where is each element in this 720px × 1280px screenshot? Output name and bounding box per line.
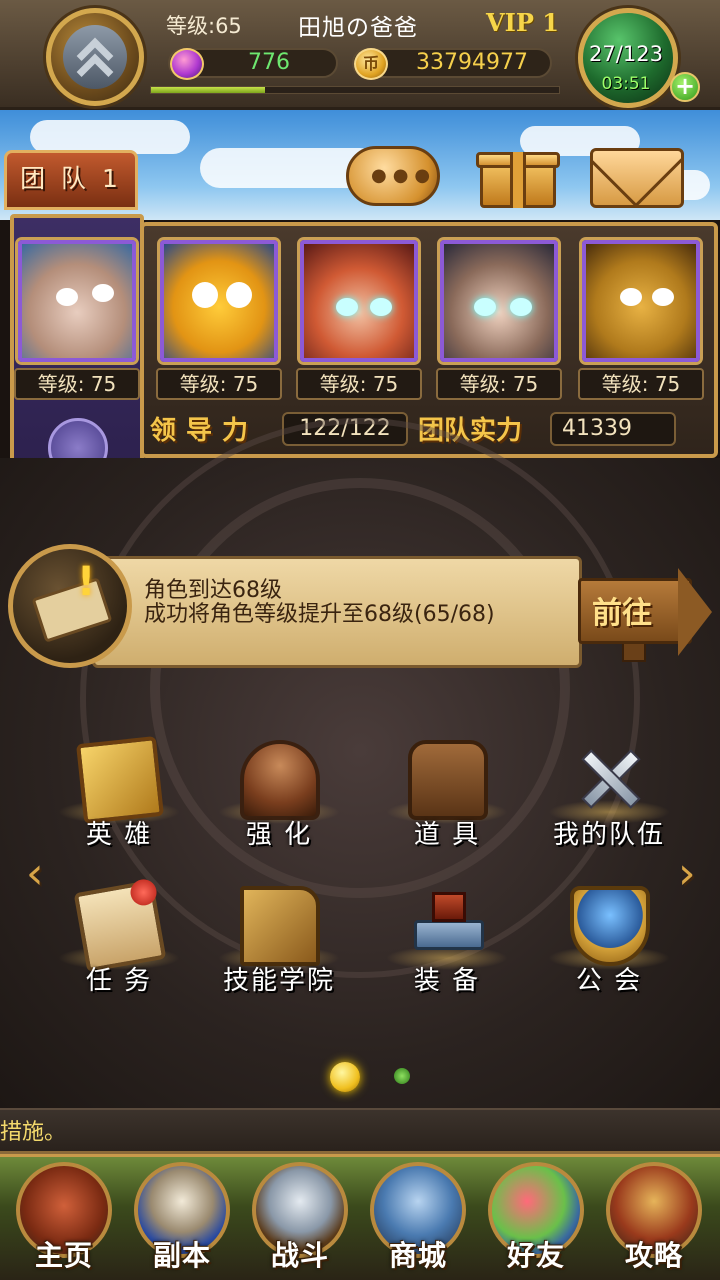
goto-label: 前往 (592, 596, 652, 631)
menu-label: 装 备 (413, 966, 481, 996)
hero-portrait (582, 240, 700, 362)
hero-portrait (160, 240, 278, 362)
nav-friends[interactable]: 好友 (478, 1162, 594, 1278)
page-indicator[interactable] (394, 1068, 410, 1084)
add-energy-button[interactable]: + (670, 72, 700, 102)
nav-guide[interactable]: 攻略 (596, 1162, 712, 1278)
nav-label: 主页 (34, 1239, 93, 1272)
energy-value: 27/123 (589, 42, 663, 66)
announcement-bar (0, 1108, 720, 1154)
hero-level: 等级: 75 (436, 368, 562, 400)
envelope-icon (593, 151, 681, 205)
player-level: 等级:65 (166, 14, 242, 38)
hero-portrait (440, 240, 558, 362)
hero-portrait (300, 240, 418, 362)
coin-value: 33794977 (416, 50, 528, 75)
quest-description: 成功将角色等级提升至68级(65/68) (144, 602, 495, 627)
vip-badge[interactable]: VIP 1 (486, 8, 559, 37)
rank-badge[interactable] (46, 8, 144, 106)
nav-dungeon[interactable]: 副本 (124, 1162, 240, 1278)
hero-slot-5[interactable]: 等级: 75 (578, 236, 704, 400)
rank-chevron-icon (63, 25, 127, 91)
hero-level: 等级: 75 (578, 368, 704, 400)
hero-slot-3[interactable]: 等级: 75 (296, 236, 422, 400)
menu-label: 我的队伍 (552, 820, 665, 850)
menu-label: 公 会 (575, 966, 643, 996)
quest-scroll-icon: ! (8, 544, 132, 668)
menu-heroes[interactable]: 英 雄 (44, 736, 194, 860)
leadership-label: 领导力 (150, 416, 259, 446)
menu-label: 英 雄 (85, 820, 153, 850)
menu-skill-academy[interactable]: 技能学院 (204, 886, 354, 1006)
menu-quests[interactable]: 任 务 (44, 877, 194, 1006)
mail-button[interactable] (590, 148, 684, 208)
page-indicator-active[interactable] (330, 1062, 360, 1092)
gem-value: 776 (248, 50, 290, 75)
hero-portrait (18, 240, 136, 362)
guild-shield-icon (570, 886, 650, 966)
hero-slot-1[interactable]: 等级: 75 (14, 236, 140, 400)
exp-bar-fill (151, 87, 265, 93)
menu-items[interactable]: 道 具 (372, 740, 522, 860)
spellbook-icon (240, 886, 320, 966)
menu-label: 任 务 (85, 966, 153, 996)
announcement-text: 措施。 (0, 1120, 67, 1145)
gift-button[interactable] (476, 138, 560, 210)
coin-icon: 币 (354, 48, 388, 80)
nav-home[interactable]: 主页 (6, 1162, 122, 1278)
helmet-icon (240, 740, 320, 820)
player-name: 田旭の爸爸 (298, 15, 418, 41)
backpack-icon (408, 740, 488, 820)
nav-label: 好友 (506, 1239, 565, 1272)
chat-bubble-icon: ●●● (371, 165, 437, 186)
quest-alert-icon: ! (77, 559, 96, 605)
nav-shop[interactable]: 商城 (360, 1162, 476, 1278)
hero-level: 等级: 75 (156, 368, 282, 400)
hero-slot-4[interactable]: 等级: 75 (436, 236, 562, 400)
hero-card-icon (76, 736, 164, 824)
gem-icon (170, 48, 204, 80)
hero-level: 等级: 75 (296, 368, 422, 400)
nav-battle[interactable]: 战斗 (242, 1162, 358, 1278)
hero-level: 等级: 75 (14, 368, 140, 400)
menu-equipment[interactable]: 装 备 (372, 886, 522, 1006)
energy-timer: 03:51 (601, 74, 651, 94)
nav-label: 攻略 (624, 1239, 683, 1272)
menu-label: 强 化 (245, 820, 313, 850)
chat-button[interactable]: ●●● (346, 146, 440, 206)
menu-label: 技能学院 (222, 966, 335, 996)
nav-label: 副本 (152, 1239, 211, 1272)
nav-label: 商城 (388, 1239, 447, 1272)
menu-label: 道 具 (413, 820, 481, 850)
quest-scroll-menu-icon (73, 877, 167, 973)
page-left-arrow-icon[interactable]: ‹ (26, 848, 44, 899)
team-power-value: 41339 (550, 412, 676, 446)
goto-button[interactable]: 前往 (574, 558, 714, 664)
team-tab[interactable]: 团 队 1 (4, 150, 138, 210)
menu-guild[interactable]: 公 会 (534, 886, 684, 1006)
hero-slot-2[interactable]: 等级: 75 (156, 236, 282, 400)
anvil-icon (408, 886, 488, 966)
crossed-swords-icon (570, 740, 650, 820)
menu-enhance[interactable]: 强 化 (204, 740, 354, 860)
menu-my-team[interactable]: 我的队伍 (534, 740, 684, 860)
nav-label: 战斗 (270, 1239, 329, 1272)
